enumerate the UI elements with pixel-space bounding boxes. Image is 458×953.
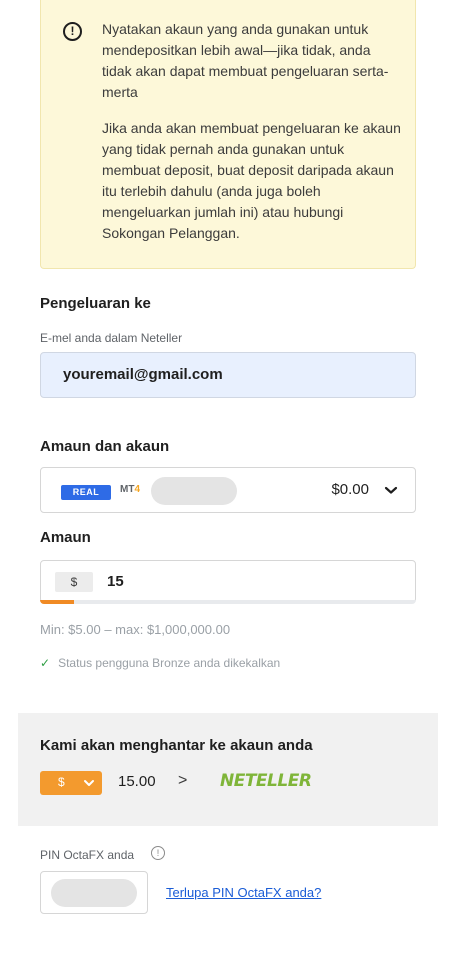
real-badge: REAL: [61, 485, 111, 500]
notice-paragraph-1: Nyatakan akaun yang anda gunakan untuk m…: [102, 21, 389, 100]
amount-input[interactable]: $ 15: [40, 560, 416, 603]
email-field[interactable]: youremail@gmail.com: [40, 352, 416, 398]
amount-progress-bar: [40, 600, 416, 604]
send-summary-panel: Kami akan menghantar ke akaun anda $ 15.…: [18, 713, 438, 826]
neteller-logo: NETELLER: [220, 771, 312, 791]
chevron-down-icon: [384, 486, 398, 494]
status-message: ✓ Status pengguna Bronze anda dikekalkan: [40, 656, 281, 670]
platform-label: MT4: [120, 484, 141, 495]
forgot-pin-link[interactable]: Terlupa PIN OctaFX anda?: [166, 885, 321, 900]
account-balance: $0.00: [331, 481, 369, 498]
send-summary-title: Kami akan menghantar ke akaun anda: [40, 737, 313, 754]
pin-input[interactable]: [40, 871, 148, 914]
amount-heading: Amaun: [40, 529, 91, 546]
alert-circle-icon: !: [63, 22, 82, 41]
info-icon[interactable]: !: [151, 846, 165, 860]
notice-paragraph-2: Jika anda akan membuat pengeluaran ke ak…: [102, 120, 401, 241]
info-notice: ! Nyatakan akaun yang anda gunakan untuk…: [40, 0, 416, 269]
amount-progress-fill: [40, 600, 74, 604]
pin-label: PIN OctaFX anda: [40, 848, 135, 862]
currency-symbol: $: [58, 775, 65, 789]
chevron-down-icon: [84, 780, 94, 786]
chevron-right-icon: >: [178, 772, 188, 789]
currency-prefix: $: [55, 572, 93, 592]
send-amount: 15.00: [118, 773, 156, 790]
email-label: E-mel anda dalam Neteller: [40, 331, 183, 345]
pin-redacted: [51, 879, 137, 907]
currency-dropdown[interactable]: $: [40, 771, 102, 795]
withdraw-to-heading: Pengeluaran ke: [40, 295, 151, 312]
amount-value: 15: [107, 573, 124, 590]
account-number-redacted: [151, 477, 237, 505]
amount-limits: Min: $5.00 – max: $1,000,000.00: [40, 622, 231, 637]
account-select[interactable]: REAL MT4 $0.00: [40, 467, 416, 513]
checkmark-icon: ✓: [40, 656, 51, 670]
amount-account-heading: Amaun dan akaun: [40, 438, 170, 455]
